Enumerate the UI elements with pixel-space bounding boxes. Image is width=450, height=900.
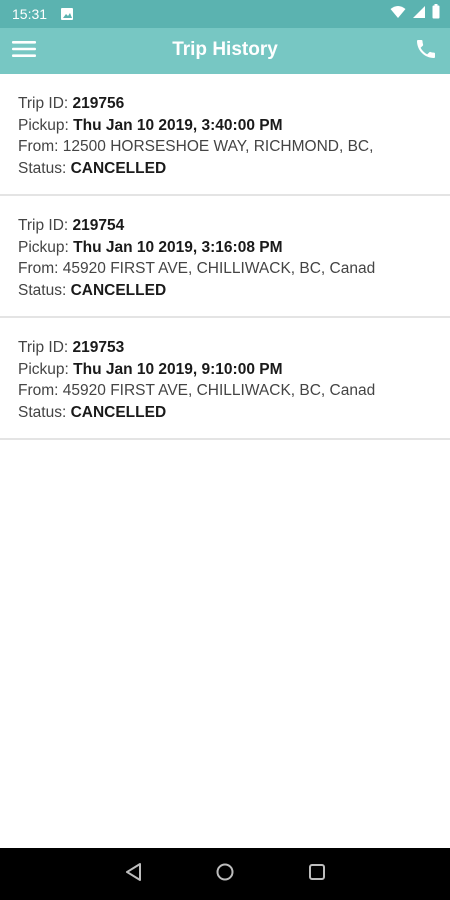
- status-time: 15:31: [12, 6, 48, 22]
- pickup-value: Thu Jan 10 2019, 9:10:00 PM: [73, 360, 283, 378]
- status-line: Status: CANCELLED: [18, 280, 393, 302]
- trip-id-value: 219753: [72, 339, 125, 356]
- status-line: Status: CANCELLED: [18, 402, 393, 424]
- pickup-label: Pickup:: [18, 116, 69, 134]
- status-bar: 15:31: [0, 0, 450, 28]
- status-value: CANCELLED: [70, 403, 167, 421]
- from-value: 45920 FIRST AVE, CHILLIWACK, BC, Canad: [62, 260, 376, 277]
- signal-icon: [412, 5, 426, 24]
- trip-list: Trip ID: 219756 Pickup: Thu Jan 10 2019,…: [0, 74, 450, 440]
- status-label: Status:: [18, 159, 67, 177]
- from-line: From: 45920 FIRST AVE, CHILLIWACK, BC, C…: [18, 380, 393, 402]
- trip-id-value: 219754: [72, 217, 125, 234]
- back-icon: [124, 862, 144, 887]
- trip-id-label: Trip ID:: [18, 95, 69, 112]
- navigation-bar: [0, 848, 450, 900]
- from-value: 45920 FIRST AVE, CHILLIWACK, BC, Canad: [62, 382, 376, 399]
- trip-id-label: Trip ID:: [18, 339, 69, 356]
- pickup-line: Pickup: Thu Jan 10 2019, 3:16:08 PM: [18, 237, 393, 259]
- recents-button[interactable]: [304, 861, 330, 887]
- recents-icon: [307, 862, 327, 887]
- wifi-icon: [390, 5, 406, 24]
- call-button[interactable]: [410, 35, 442, 67]
- pickup-value: Thu Jan 10 2019, 3:40:00 PM: [73, 116, 283, 134]
- trip-card[interactable]: Trip ID: 219753 Pickup: Thu Jan 10 2019,…: [0, 318, 450, 440]
- status-label: Status:: [18, 281, 67, 299]
- app-bar: Trip History: [0, 28, 450, 74]
- home-icon: [215, 862, 235, 887]
- trip-id-line: Trip ID: 219754: [18, 215, 393, 237]
- pickup-line: Pickup: Thu Jan 10 2019, 3:40:00 PM: [18, 115, 393, 137]
- battery-icon: [432, 4, 440, 24]
- from-label: From:: [18, 138, 59, 155]
- image-notification-icon: [60, 7, 74, 21]
- status-label: Status:: [18, 403, 67, 421]
- back-button[interactable]: [121, 861, 147, 887]
- trip-id-line: Trip ID: 219753: [18, 337, 393, 359]
- pickup-label: Pickup:: [18, 360, 69, 378]
- trip-id-value: 219756: [72, 95, 125, 112]
- status-icons: [390, 4, 440, 24]
- pickup-label: Pickup:: [18, 238, 69, 256]
- from-line: From: 12500 HORSESHOE WAY, RICHMOND, BC,: [18, 136, 393, 158]
- from-value: 12500 HORSESHOE WAY, RICHMOND, BC,: [62, 138, 374, 155]
- pickup-value: Thu Jan 10 2019, 3:16:08 PM: [73, 238, 283, 256]
- from-label: From:: [18, 382, 59, 399]
- trip-id-label: Trip ID:: [18, 217, 69, 234]
- status-value: CANCELLED: [70, 159, 167, 177]
- pickup-line: Pickup: Thu Jan 10 2019, 9:10:00 PM: [18, 359, 393, 381]
- home-button[interactable]: [212, 861, 238, 887]
- page-title: Trip History: [172, 39, 278, 60]
- trip-card[interactable]: Trip ID: 219754 Pickup: Thu Jan 10 2019,…: [0, 196, 450, 318]
- status-value: CANCELLED: [70, 281, 167, 299]
- trip-card[interactable]: Trip ID: 219756 Pickup: Thu Jan 10 2019,…: [0, 74, 450, 196]
- trip-id-line: Trip ID: 219756: [18, 93, 393, 115]
- phone-icon: [414, 37, 438, 66]
- status-line: Status: CANCELLED: [18, 158, 393, 180]
- from-label: From:: [18, 260, 59, 277]
- from-line: From: 45920 FIRST AVE, CHILLIWACK, BC, C…: [18, 258, 393, 280]
